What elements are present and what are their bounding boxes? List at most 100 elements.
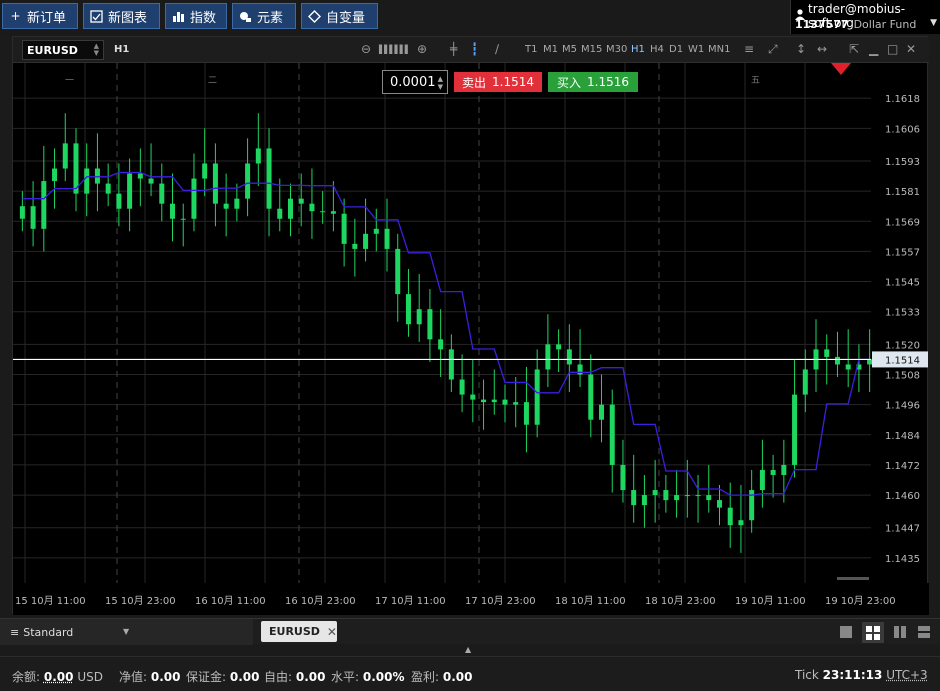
layout-single-icon[interactable] <box>838 624 854 640</box>
chevron-down-icon[interactable]: ▼ <box>930 18 937 31</box>
candle-body <box>137 173 143 179</box>
x-tick-label: 19 10月 11:00 <box>735 595 806 607</box>
layout-rows-icon[interactable] <box>916 624 932 640</box>
zoom-out-icon[interactable]: ⊖ <box>361 42 371 56</box>
expand-panel-icon[interactable]: ▲ <box>465 645 471 654</box>
bar-chart-type-icon[interactable]: ╪ <box>450 42 457 56</box>
lot-size-input[interactable]: 0.0001 ▲ ▼ <box>382 70 448 94</box>
bottom-tab-bar: ≡ Standard ▼ EURUSD ✕ <box>0 618 940 645</box>
equity-label: 净值: <box>119 670 148 684</box>
x-tick-label: 17 10月 11:00 <box>375 595 446 607</box>
day-marker: 五 <box>751 76 760 86</box>
buy-button[interactable]: 买入 1.1516 <box>548 72 639 92</box>
tf-h4[interactable]: H4 <box>650 44 664 55</box>
new-order-button[interactable]: + 新订单 <box>2 3 78 29</box>
minimize-icon[interactable]: ▁ <box>869 42 878 56</box>
balance: 余额: 0.00 USD <box>12 668 103 685</box>
candle-body <box>94 168 100 184</box>
x-tick-label: 17 10月 23:00 <box>465 595 536 607</box>
maximize-icon[interactable]: □ <box>887 42 898 56</box>
tf-m5[interactable]: M5 <box>562 44 577 55</box>
tf-t1[interactable]: T1 <box>525 44 537 55</box>
candle-chart-type-icon[interactable]: ┇ <box>471 42 478 56</box>
candle-body <box>373 228 379 234</box>
tf-m15[interactable]: M15 <box>581 44 602 55</box>
candle-body <box>684 495 690 497</box>
layout-grid-icon[interactable] <box>862 622 884 643</box>
candle-body <box>223 203 229 209</box>
scrollbar <box>837 577 869 580</box>
top-toolbar: + 新订单 新图表 指数 元素 自变量 trader@mobius-soft.or… <box>0 0 940 36</box>
y-tick-label: 1.1460 <box>885 491 920 502</box>
line-chart-type-icon[interactable]: ∕ <box>495 42 499 56</box>
spinner-icon: ▲ ▼ <box>93 42 99 57</box>
x-tick-label: 15 10月 11:00 <box>15 595 86 607</box>
symbol-selector[interactable]: EURUSD ▲ ▼ <box>22 40 104 60</box>
fit-chart-icon[interactable]: ⤢ <box>768 42 778 57</box>
margin: 保证金: 0.00 <box>186 668 259 685</box>
candle-body <box>534 369 540 425</box>
tf-h1[interactable]: H1 <box>631 44 645 55</box>
chart-tab[interactable]: EURUSD ✕ <box>261 621 337 642</box>
layout-name: Standard <box>23 625 74 639</box>
y-tick-label: 1.1496 <box>885 401 920 412</box>
y-tick-label: 1.1618 <box>885 94 920 105</box>
horizontal-line-icon[interactable]: ↔ <box>817 42 827 56</box>
y-tick-label: 1.1533 <box>885 308 920 319</box>
tf-mn1[interactable]: MN1 <box>708 44 730 55</box>
candle-body <box>309 203 315 212</box>
tf-m30[interactable]: M30 <box>606 44 627 55</box>
detach-icon[interactable]: ⇱ <box>849 42 859 56</box>
y-tick-label: 1.1545 <box>885 278 920 289</box>
indicators-label: 指数 <box>190 10 217 26</box>
layout-selector[interactable]: ≡ Standard ▼ <box>0 619 253 645</box>
candle-body <box>352 243 358 249</box>
level-value: 0.00% <box>362 670 405 684</box>
elements-button[interactable]: 元素 <box>232 3 296 29</box>
tf-d1[interactable]: D1 <box>669 44 683 55</box>
indicators-button[interactable]: 指数 <box>165 3 227 29</box>
candle-body <box>481 399 487 403</box>
candle-body <box>545 344 551 370</box>
variables-button[interactable]: 自变量 <box>301 3 378 29</box>
candle-body <box>620 464 626 491</box>
candle-body <box>416 309 422 325</box>
price-plot[interactable]: 1.1618 1.1606 1.1593 1.1581 1.1569 1.1557 1.15… <box>13 63 929 615</box>
y-tick-label: 1.1484 <box>885 431 920 442</box>
candle-body <box>266 148 272 209</box>
zoom-slider[interactable]: ▌▌▌▌▌▌ <box>379 45 411 54</box>
sell-button[interactable]: 卖出 1.1514 <box>454 72 543 92</box>
close-tab-icon[interactable]: ✕ <box>327 625 337 639</box>
new-order-label: 新订单 <box>27 10 67 26</box>
free-margin: 自由: 0.00 <box>264 668 325 685</box>
tf-w1[interactable]: W1 <box>688 44 704 55</box>
x-tick-label: 19 10月 23:00 <box>825 595 896 607</box>
candle-body <box>556 344 562 350</box>
lot-value: 0.0001 <box>390 74 436 90</box>
y-tick-label: 1.1581 <box>885 187 920 198</box>
margin-level: 水平: 0.00% <box>331 668 405 685</box>
candle-body <box>277 208 283 219</box>
y-tick-label: 1.1569 <box>885 217 920 228</box>
candle-body <box>448 349 454 380</box>
y-tick-label: 1.1472 <box>885 461 920 472</box>
zoom-in-icon[interactable]: ⊕ <box>417 42 427 56</box>
profit-value: 0.00 <box>442 670 473 684</box>
server-time: Tick 23:11:13 UTC+3 <box>795 668 928 682</box>
new-chart-button[interactable]: 新图表 <box>83 3 160 29</box>
current-price-label: 1.1514 <box>885 355 920 366</box>
tf-m1[interactable]: M1 <box>543 44 558 55</box>
level-label: 水平: <box>331 670 360 684</box>
account-panel[interactable]: trader@mobius-soft.org 1137577 Dollar Fun… <box>790 0 940 34</box>
tick-label: Tick <box>795 668 819 682</box>
candle-body <box>427 309 433 340</box>
chart-check-icon <box>90 9 103 23</box>
day-marker: 二 <box>208 76 217 86</box>
chart-toolbar: EURUSD ▲ ▼ H1 ⊖ ▌▌▌▌▌▌ ⊕ ╪ ┇ ∕ T1 M1 M5 M1… <box>13 37 929 63</box>
close-icon[interactable]: ✕ <box>906 42 916 56</box>
new-bar-marker <box>831 63 851 75</box>
timezone[interactable]: UTC+3 <box>886 668 927 682</box>
autoscroll-icon[interactable]: ≡ <box>744 42 754 56</box>
vertical-line-icon[interactable]: ↕ <box>796 42 806 56</box>
layout-columns-icon[interactable] <box>892 624 908 640</box>
